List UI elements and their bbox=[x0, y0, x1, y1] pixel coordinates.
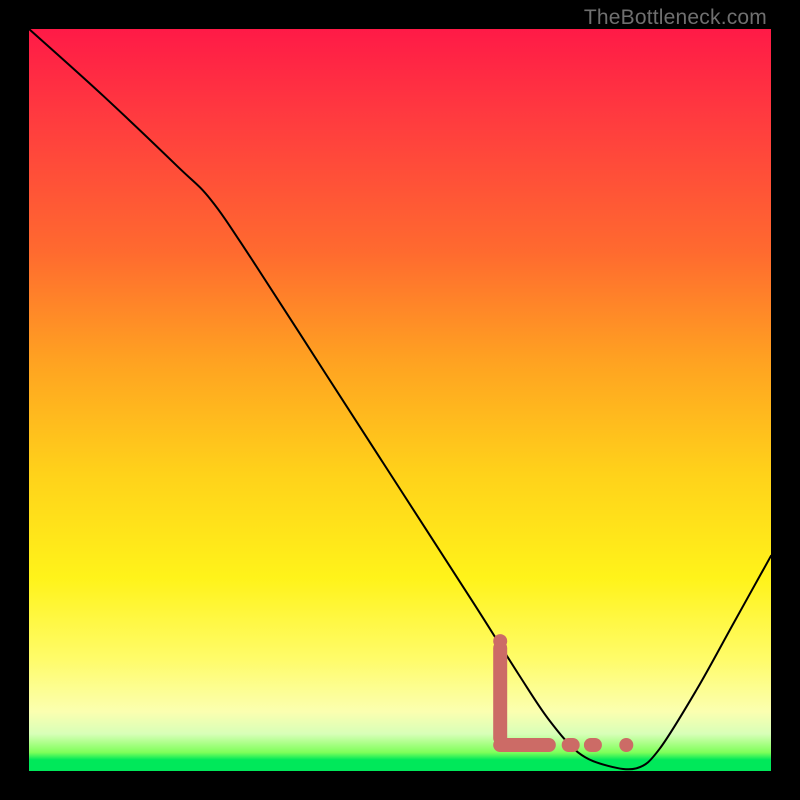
marker-dash-1 bbox=[584, 738, 602, 752]
highlighted-range-markers bbox=[493, 634, 633, 752]
chart-frame bbox=[29, 29, 771, 771]
marker-dash-0 bbox=[562, 738, 580, 752]
chart-svg bbox=[29, 29, 771, 771]
marker-dot bbox=[619, 738, 633, 752]
marker-horizontal-stroke bbox=[493, 738, 556, 752]
watermark-text: TheBottleneck.com bbox=[584, 6, 767, 30]
bottleneck-curve-line bbox=[29, 29, 771, 769]
marker-vertical-stroke bbox=[493, 641, 507, 745]
marker-vertical-cap bbox=[493, 634, 507, 648]
